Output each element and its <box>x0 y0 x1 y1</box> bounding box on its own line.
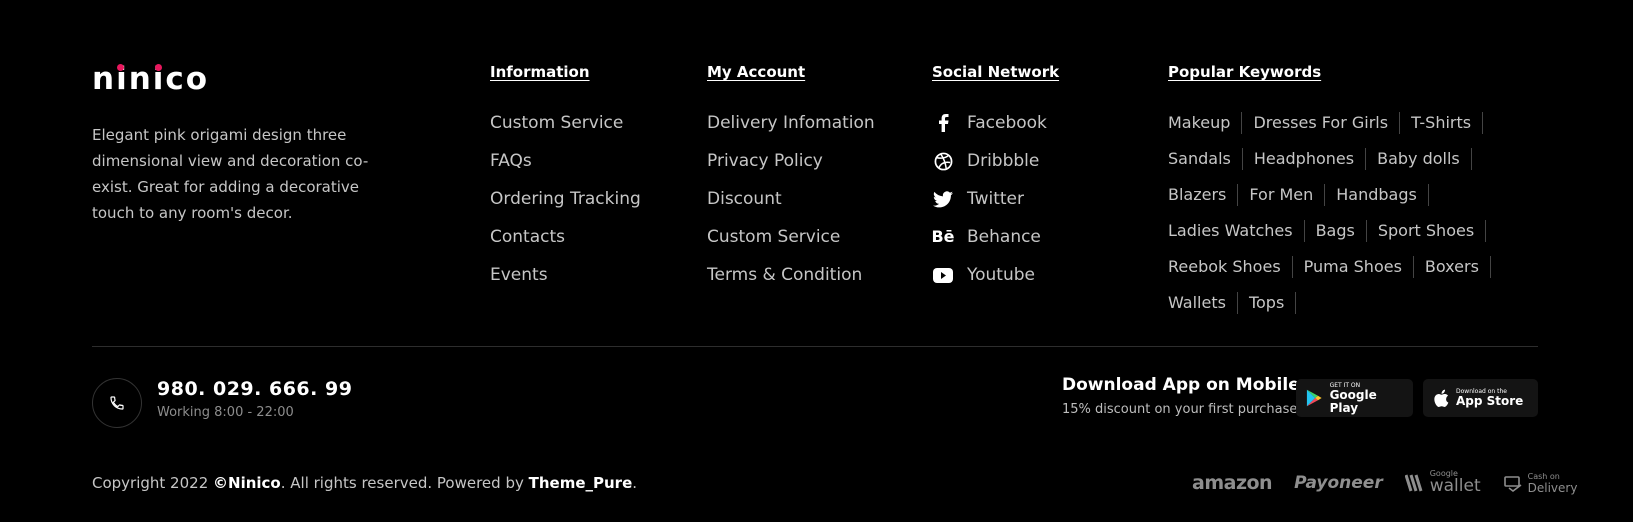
app-subtitle: 15% discount on your first purchase <box>1062 402 1298 417</box>
copyright-brand-link[interactable]: ©Ninico <box>213 474 281 492</box>
information-link[interactable]: Contacts <box>490 226 641 264</box>
keyword-link[interactable]: Reebok Shoes <box>1168 256 1293 278</box>
keyword-link[interactable]: Puma Shoes <box>1304 256 1414 278</box>
social-label: Dribbble <box>967 151 1040 171</box>
social-link-facebook[interactable]: Facebook <box>932 112 1059 150</box>
facebook-icon <box>932 112 954 134</box>
keyword-link[interactable]: Handbags <box>1336 184 1429 206</box>
amazon-logo: amazon <box>1192 471 1273 494</box>
copyright-middle: . All rights reserved. Powered by <box>280 474 529 492</box>
social-label: Twitter <box>967 189 1024 209</box>
payment-methods: amazon Payoneer Google wallet Cash on De… <box>1192 470 1577 495</box>
keyword-link[interactable]: Headphones <box>1254 148 1367 170</box>
dribbble-icon <box>932 150 954 172</box>
information-link[interactable]: FAQs <box>490 150 641 188</box>
social-label: Facebook <box>967 113 1047 133</box>
keywords-column: Popular Keywords Makeup Dresses For Girl… <box>1168 62 1548 328</box>
working-hours: Working 8:00 - 22:00 <box>157 405 294 420</box>
keyword-link[interactable]: Blazers <box>1168 184 1239 206</box>
app-store-label: App Store <box>1456 394 1524 408</box>
google-wallet-logo: Google wallet <box>1404 470 1481 496</box>
account-heading: My Account <box>707 63 806 81</box>
account-link[interactable]: Terms & Condition <box>707 264 875 302</box>
behance-icon: Bē <box>931 227 955 246</box>
social-label: Behance <box>967 227 1041 247</box>
phone-number[interactable]: 980. 029. 666. 99 <box>157 378 352 400</box>
social-link-behance[interactable]: Bē Behance <box>931 226 1059 264</box>
logo-dot <box>155 64 162 71</box>
cash-on-delivery-logo: Cash on Delivery <box>1503 471 1578 495</box>
information-link[interactable]: Custom Service <box>490 112 641 150</box>
brand-description: Elegant pink origami design three dimens… <box>92 126 369 222</box>
logo-dot <box>117 64 124 71</box>
keyword-link[interactable]: Bags <box>1316 220 1367 242</box>
account-column: My Account Delivery Infomation Privacy P… <box>707 62 875 302</box>
wallet-label: wallet <box>1429 476 1481 496</box>
social-label: Youtube <box>967 265 1035 285</box>
google-play-icon <box>1306 389 1322 407</box>
cash-icon <box>1503 475 1522 492</box>
google-play-button[interactable]: GET IT ON Google Play <box>1296 379 1413 417</box>
keyword-link[interactable]: Wallets <box>1168 292 1238 314</box>
social-column: Social Network Facebook Dribbble Twitter… <box>931 62 1060 302</box>
app-title: Download App on Mobile <box>1062 375 1300 395</box>
footer-divider <box>92 346 1538 347</box>
information-link[interactable]: Ordering Tracking <box>490 188 641 226</box>
account-link[interactable]: Delivery Infomation <box>707 112 875 150</box>
cod-top: Cash on <box>1527 471 1560 481</box>
social-link-dribbble[interactable]: Dribbble <box>932 150 1059 188</box>
keyword-link[interactable]: Baby dolls <box>1377 148 1472 170</box>
brand-logo[interactable]: ninico <box>92 62 209 96</box>
wallet-icon <box>1404 474 1423 491</box>
social-link-twitter[interactable]: Twitter <box>932 188 1059 226</box>
account-link[interactable]: Discount <box>707 188 875 226</box>
social-heading: Social Network <box>932 63 1060 81</box>
keyword-link[interactable]: Tops <box>1249 292 1297 314</box>
information-link[interactable]: Events <box>490 264 641 302</box>
apple-icon <box>1434 389 1449 407</box>
google-play-label: Google Play <box>1329 387 1377 415</box>
youtube-icon <box>932 264 954 286</box>
account-link[interactable]: Custom Service <box>707 226 875 264</box>
keyword-link[interactable]: T-Shirts <box>1411 112 1484 134</box>
information-column: Information Custom Service FAQs Ordering… <box>490 62 641 302</box>
keyword-link[interactable]: Sandals <box>1168 148 1243 170</box>
app-store-button[interactable]: Download on the App Store <box>1423 379 1538 417</box>
cod-bottom: Delivery <box>1527 480 1578 495</box>
keywords-heading: Popular Keywords <box>1168 63 1322 81</box>
keyword-link[interactable]: Dresses For Girls <box>1253 112 1401 134</box>
copyright-prefix: Copyright 2022 <box>92 474 214 492</box>
phone-icon <box>110 396 124 410</box>
keyword-link[interactable]: Ladies Watches <box>1168 220 1305 242</box>
twitter-icon <box>932 188 954 210</box>
phone-icon-circle[interactable] <box>92 378 142 428</box>
payoneer-logo: Payoneer <box>1294 472 1383 493</box>
account-link[interactable]: Privacy Policy <box>707 150 875 188</box>
keyword-link[interactable]: Makeup <box>1168 112 1243 134</box>
keyword-link[interactable]: For Men <box>1249 184 1326 206</box>
social-link-youtube[interactable]: Youtube <box>932 264 1059 302</box>
keyword-link[interactable]: Sport Shoes <box>1378 220 1487 242</box>
logo-text: ninico <box>92 61 210 97</box>
theme-pure-link[interactable]: Theme_Pure <box>529 474 633 492</box>
information-heading: Information <box>490 63 590 81</box>
copyright-text: Copyright 2022 ©Ninico. All rights reser… <box>92 474 637 492</box>
keyword-link[interactable]: Boxers <box>1425 256 1491 278</box>
copyright-suffix: . <box>632 474 638 492</box>
